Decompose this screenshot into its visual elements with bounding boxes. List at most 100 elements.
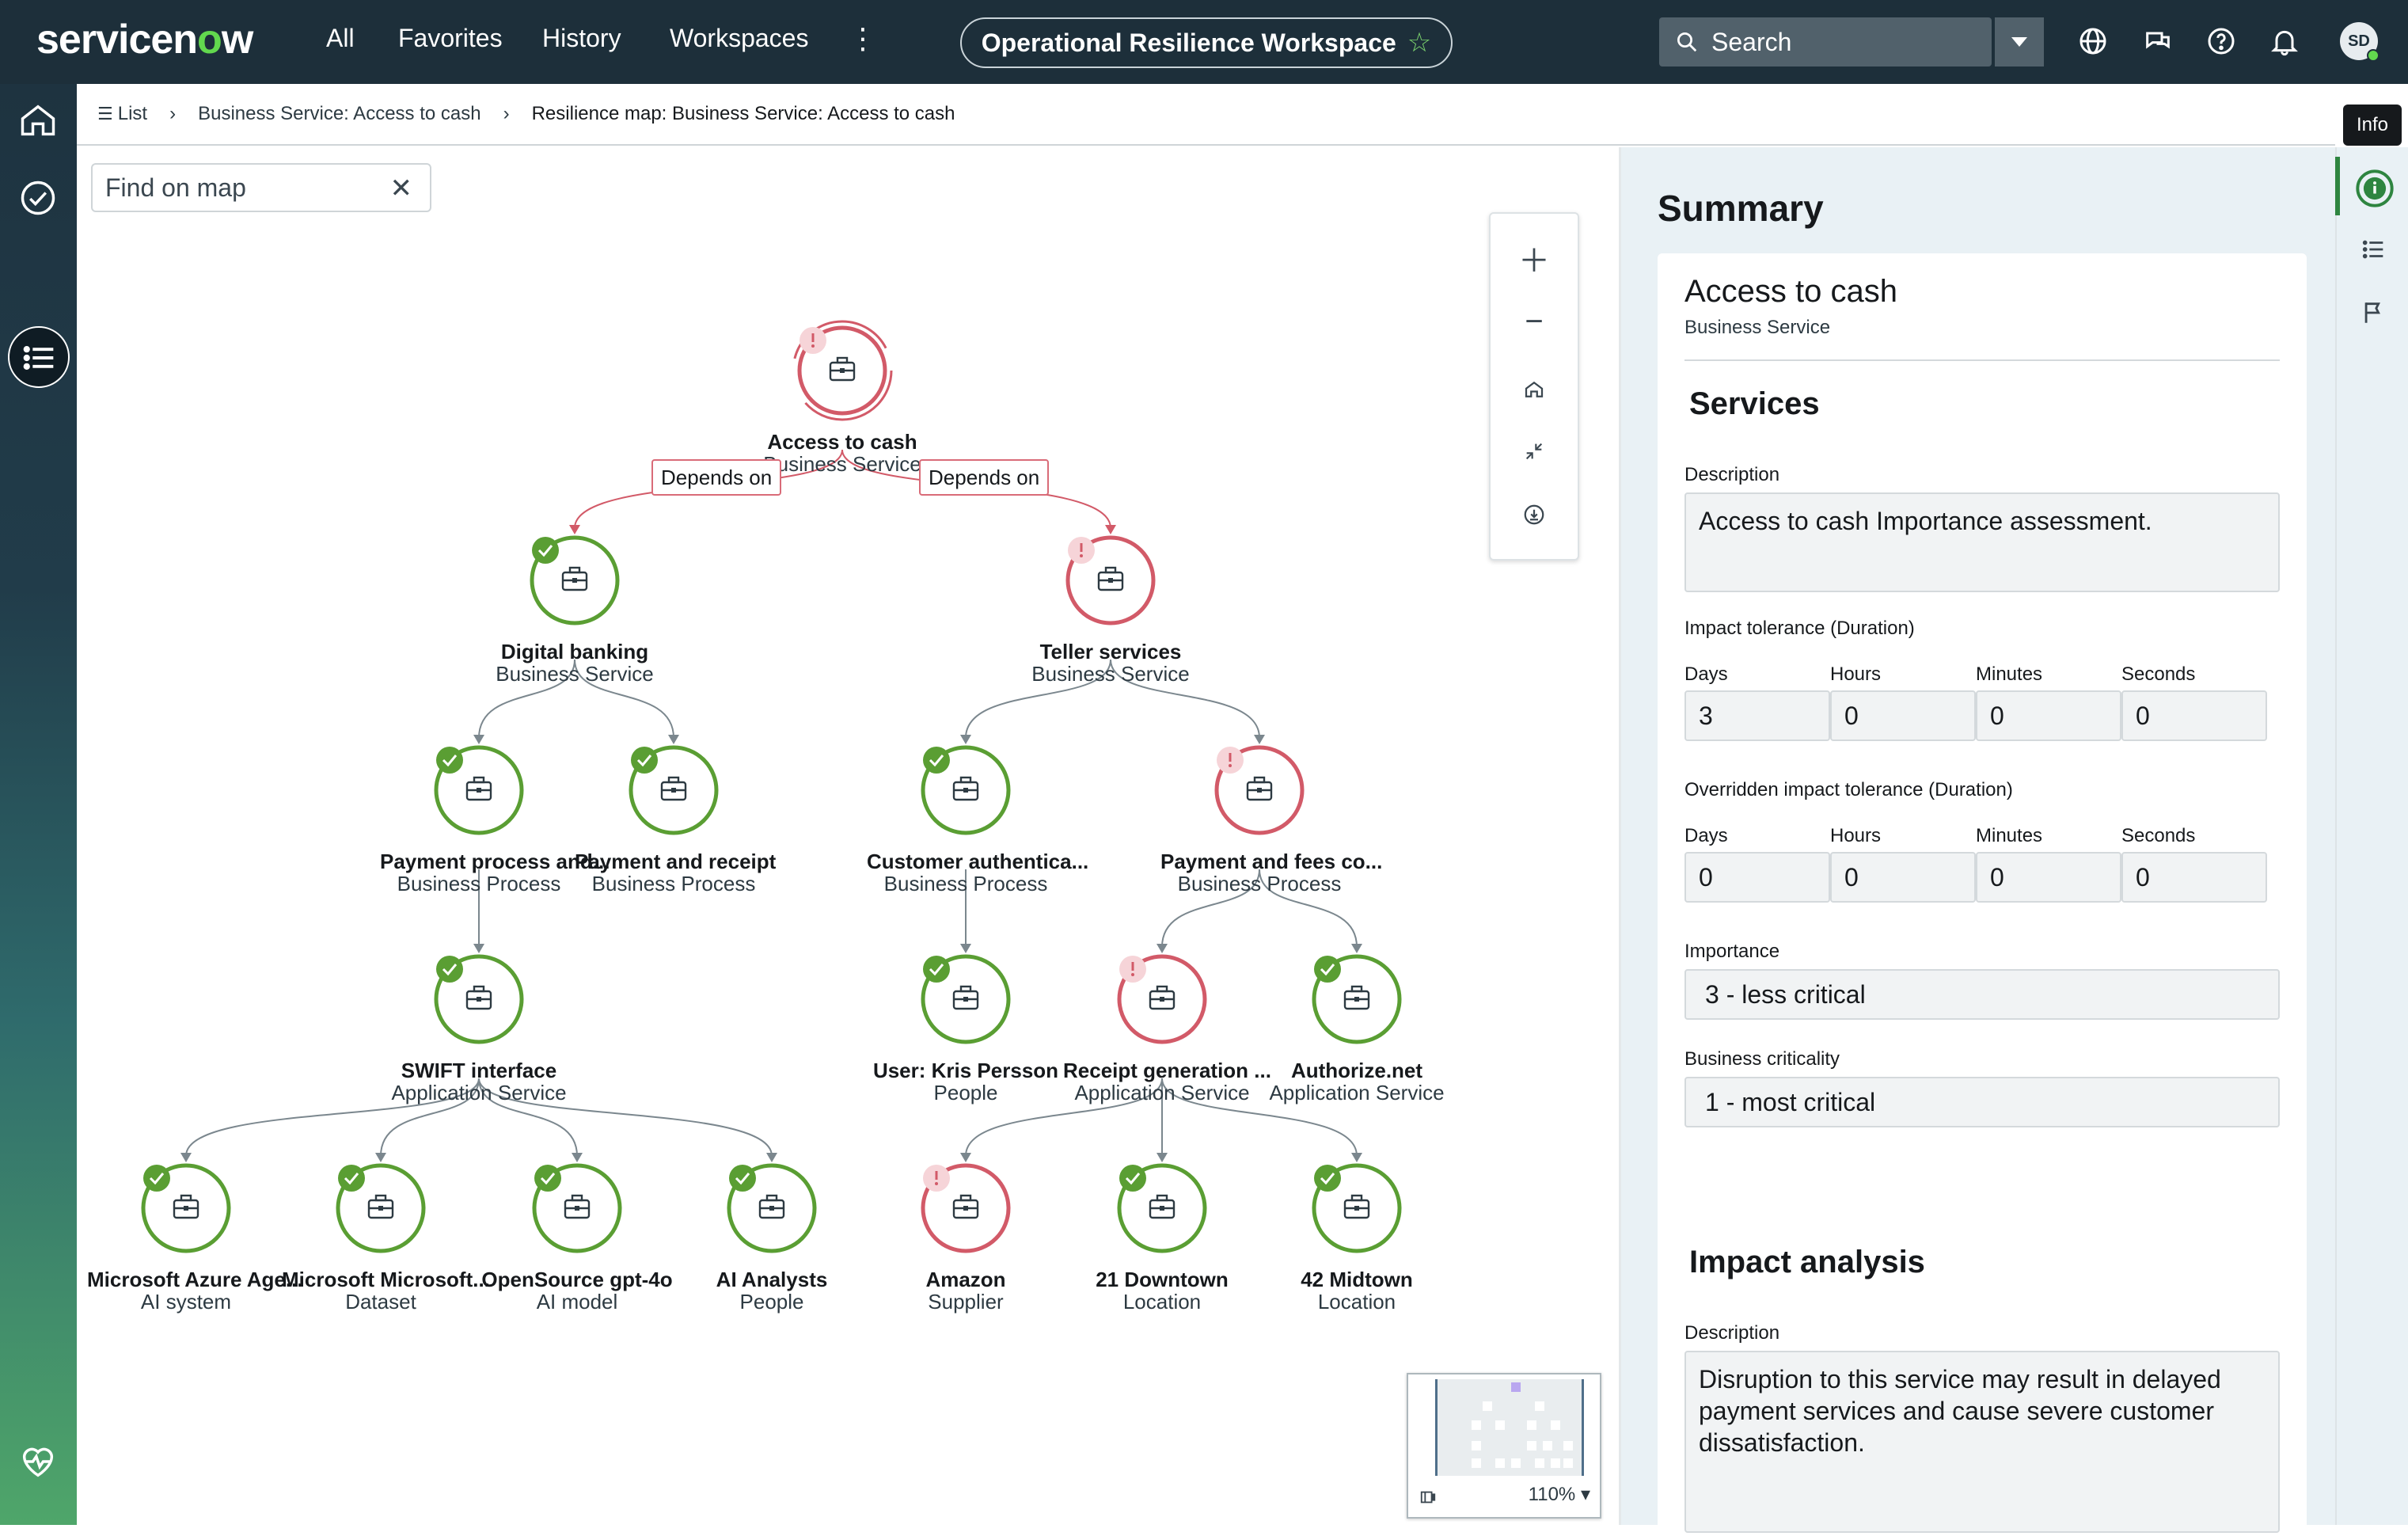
- minimap-node: [1511, 1382, 1521, 1392]
- overridden-seconds-field[interactable]: 0: [2121, 852, 2267, 903]
- nav-workspaces[interactable]: Workspaces: [670, 24, 808, 53]
- node-title[interactable]: 42 Midtown: [1258, 1268, 1456, 1291]
- map-node-custauth[interactable]: [921, 745, 1011, 835]
- overridden-minutes-field[interactable]: 0: [1976, 852, 2121, 903]
- workspace-title: Operational Resilience Workspace: [981, 28, 1396, 57]
- workspace-title-pill[interactable]: Operational Resilience Workspace ☆: [960, 17, 1453, 68]
- impact-minutes-field[interactable]: 0: [1976, 690, 2121, 741]
- nav-all[interactable]: All: [326, 24, 355, 53]
- zoom-out-button[interactable]: −: [1491, 290, 1578, 353]
- impact-seconds-field[interactable]: 0: [2121, 690, 2267, 741]
- status-ok-icon: [436, 747, 463, 774]
- map-node-swift[interactable]: [434, 954, 524, 1044]
- impact-days-field[interactable]: 3: [1684, 690, 1830, 741]
- heart-pulse-icon[interactable]: [17, 1441, 59, 1482]
- globe-icon[interactable]: [2077, 25, 2109, 57]
- importance-field[interactable]: 3 - less critical: [1684, 969, 2280, 1020]
- map-node-kris[interactable]: [921, 954, 1011, 1044]
- node-title[interactable]: Amazon: [867, 1268, 1065, 1291]
- minimap-viewport[interactable]: [1435, 1379, 1584, 1476]
- map-node-analysts[interactable]: [727, 1163, 817, 1253]
- node-subtitle: People: [933, 1081, 998, 1104]
- more-menu-icon[interactable]: ⋮: [849, 22, 877, 55]
- map-node-downtown[interactable]: [1117, 1163, 1207, 1253]
- map-node-msdata[interactable]: [336, 1163, 426, 1253]
- node-title[interactable]: Teller services: [1012, 641, 1210, 663]
- summary-panel: Summary Access to cash Business Service …: [1621, 147, 2335, 1536]
- map-node-amazon[interactable]: [921, 1163, 1011, 1253]
- depends-on-label: Depends on: [651, 459, 782, 496]
- node-title[interactable]: Microsoft Azure Age...: [87, 1268, 303, 1291]
- node-title[interactable]: User: Kris Persson: [867, 1059, 1065, 1082]
- node-title[interactable]: AI Analysts: [673, 1268, 871, 1291]
- user-avatar[interactable]: SD: [2340, 22, 2380, 62]
- node-title[interactable]: Access to cash: [743, 431, 941, 453]
- impact-hours-field[interactable]: 0: [1830, 690, 1976, 741]
- node-title[interactable]: Customer authentica...: [867, 850, 1088, 873]
- summary-heading: Summary: [1658, 188, 1824, 229]
- breadcrumb-business-service[interactable]: Business Service: Access to cash: [198, 103, 481, 125]
- flag-icon[interactable]: [2361, 299, 2387, 326]
- status-ok-icon: [1314, 1165, 1341, 1192]
- map-node-payrec[interactable]: [629, 745, 719, 835]
- bell-icon[interactable]: [2269, 25, 2300, 57]
- overridden-days-field[interactable]: 0: [1684, 852, 1830, 903]
- node-title[interactable]: Payment process and...: [380, 850, 610, 873]
- map-node-midtown[interactable]: [1312, 1163, 1402, 1253]
- node-title[interactable]: Microsoft Microsoft...: [282, 1268, 490, 1291]
- node-title[interactable]: Digital banking: [476, 641, 674, 663]
- zoom-level-dropdown[interactable]: 110% ▾: [1529, 1483, 1590, 1506]
- node-title[interactable]: SWIFT interface: [380, 1059, 578, 1082]
- criticality-field[interactable]: 1 - most critical: [1684, 1077, 2280, 1127]
- nav-favorites[interactable]: Favorites: [398, 24, 503, 53]
- map-node-digital[interactable]: [530, 535, 620, 625]
- minimap-toggle-icon[interactable]: [1419, 1488, 1437, 1506]
- chat-icon[interactable]: [2142, 25, 2174, 57]
- star-icon[interactable]: ☆: [1407, 27, 1431, 59]
- servicenow-logo[interactable]: servicenow: [36, 16, 253, 63]
- edge-arrow: [569, 525, 580, 534]
- check-circle-icon[interactable]: [17, 177, 59, 219]
- home-icon[interactable]: [17, 100, 59, 141]
- map-node-teller[interactable]: [1065, 535, 1156, 625]
- status-alert-icon: [923, 1165, 950, 1192]
- search-scope-dropdown[interactable]: [1995, 17, 2044, 67]
- zoom-in-button[interactable]: ＋: [1491, 226, 1578, 290]
- map-node-authnet[interactable]: [1312, 954, 1402, 1044]
- node-subtitle: AI model: [536, 1290, 618, 1314]
- fit-to-screen-button[interactable]: [1491, 420, 1578, 483]
- map-node-gpt[interactable]: [532, 1163, 622, 1253]
- search-input[interactable]: Search: [1659, 17, 1992, 67]
- node-subtitle: Business Service: [496, 662, 654, 686]
- overridden-hours-field[interactable]: 0: [1830, 852, 1976, 903]
- node-title[interactable]: Receipt generation ...: [1063, 1059, 1271, 1082]
- node-title[interactable]: Authorize.net: [1258, 1059, 1456, 1082]
- description-label: Description: [1684, 464, 1780, 485]
- minimap-node: [1472, 1441, 1481, 1450]
- node-title[interactable]: Payment and fees co...: [1160, 850, 1382, 873]
- map-node-receipt[interactable]: [1117, 954, 1207, 1044]
- map-node-payproc[interactable]: [434, 745, 524, 835]
- list-icon[interactable]: [2361, 236, 2387, 263]
- resilience-map-canvas[interactable]: Find on map ✕ Access to cash Business Ser…: [77, 147, 1619, 1525]
- status-alert-icon: [1119, 956, 1146, 983]
- status-ok-icon: [532, 537, 559, 564]
- breadcrumb-list[interactable]: List: [118, 103, 147, 125]
- reset-view-button[interactable]: [1491, 358, 1578, 421]
- map-node-payfees[interactable]: [1214, 745, 1305, 835]
- node-title[interactable]: 21 Downtown: [1063, 1268, 1261, 1291]
- help-icon[interactable]: [2205, 25, 2237, 57]
- map-node-root[interactable]: [792, 320, 893, 421]
- impact-description-field[interactable]: Disruption to this service may result in…: [1684, 1351, 2280, 1533]
- minimap-node: [1551, 1420, 1560, 1430]
- node-title[interactable]: Payment and receipt: [575, 850, 776, 873]
- map-node-azure[interactable]: [141, 1163, 231, 1253]
- node-title[interactable]: OpenSource gpt-4o: [478, 1268, 676, 1291]
- info-icon[interactable]: [2354, 168, 2395, 209]
- list-icon[interactable]: [19, 337, 60, 378]
- edge-arrow: [1254, 735, 1265, 744]
- download-button[interactable]: [1491, 483, 1578, 546]
- minimap[interactable]: 110% ▾: [1407, 1373, 1601, 1519]
- description-field[interactable]: Access to cash Importance assessment.: [1684, 492, 2280, 592]
- nav-history[interactable]: History: [542, 24, 621, 53]
